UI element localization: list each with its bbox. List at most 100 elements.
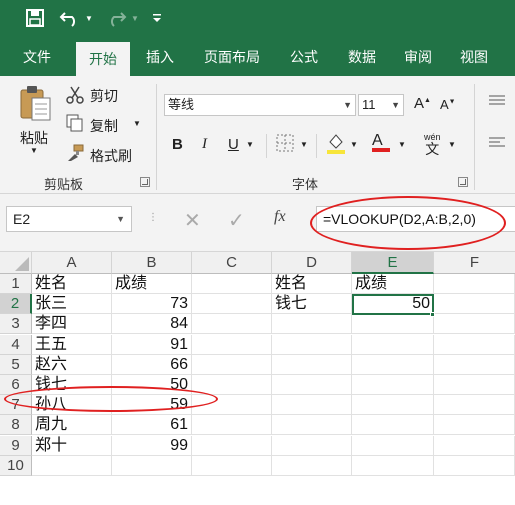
fill-color-dropdown-icon[interactable]: ▼ [350,140,358,149]
font-name-select[interactable]: 等线 ▼ [164,94,356,116]
redo-icon[interactable] [104,6,128,30]
cell-e5[interactable] [352,355,434,375]
bold-button[interactable]: B [172,136,183,153]
cell-b8[interactable]: 61 [112,415,192,435]
cell-e4[interactable] [352,335,434,355]
spreadsheet-grid[interactable]: A B C D E F 1 姓名 成绩 姓名 成绩 2 张三 73 钱七 50 3 李四 84 4 王五 91… [0,252,515,505]
save-icon[interactable] [24,6,46,30]
font-color-dropdown-icon[interactable]: ▼ [398,140,406,149]
column-header-c[interactable]: C [192,252,272,274]
cell-f6[interactable] [434,375,515,395]
cell-d9[interactable] [272,436,352,456]
cell-a5[interactable]: 赵六 [32,355,112,375]
column-header-a[interactable]: A [32,252,112,274]
column-header-d[interactable]: D [272,252,352,274]
cell-d8[interactable] [272,415,352,435]
tab-data[interactable]: 数据 [338,38,386,76]
row-header[interactable]: 2 [0,294,32,314]
fill-color-icon[interactable] [326,132,346,156]
copy-icon[interactable] [66,114,84,132]
cell-c5[interactable] [192,355,272,375]
row-header[interactable]: 5 [0,355,32,375]
phonetic-icon[interactable]: wén 文 [424,132,441,156]
cell-a4[interactable]: 王五 [32,335,112,355]
redo-dropdown-icon[interactable]: ▼ [130,6,140,30]
shrink-font-icon[interactable]: A▼ [440,97,456,112]
align-top-icon[interactable] [488,94,506,108]
cell-c9[interactable] [192,436,272,456]
tab-review[interactable]: 审阅 [394,38,442,76]
fill-handle[interactable] [430,312,435,317]
cell-f8[interactable] [434,415,515,435]
cell-b2[interactable]: 73 [112,294,192,314]
paste-dropdown-icon[interactable]: ▼ [30,146,38,155]
cell-d6[interactable] [272,375,352,395]
cancel-icon[interactable]: ✕ [184,208,201,233]
cut-button[interactable]: 剪切 [90,86,118,106]
tab-page-layout[interactable]: 页面布局 [196,38,268,76]
cell-f1[interactable] [434,274,515,294]
cell-c4[interactable] [192,335,272,355]
paste-button[interactable]: 粘贴 [20,128,48,148]
cell-b1[interactable]: 成绩 [112,274,192,294]
tab-file[interactable]: 文件 [10,38,64,76]
border-dropdown-icon[interactable]: ▼ [300,140,308,149]
cell-a8[interactable]: 周九 [32,415,112,435]
cell-c10[interactable] [192,456,272,476]
cell-b9[interactable]: 99 [112,436,192,456]
cell-c1[interactable] [192,274,272,294]
cell-b10[interactable] [112,456,192,476]
scissors-icon[interactable] [66,86,84,104]
font-size-select[interactable]: 11 ▼ [358,94,404,116]
cell-e8[interactable] [352,415,434,435]
row-header[interactable]: 9 [0,436,32,456]
format-painter-icon[interactable] [66,144,84,162]
select-all-corner[interactable] [0,252,32,274]
tab-view[interactable]: 视图 [450,38,498,76]
cell-d3[interactable] [272,314,352,334]
insert-function-button[interactable]: fx [274,208,286,226]
enter-icon[interactable]: ✓ [228,208,245,233]
cell-f2[interactable] [434,294,515,314]
cell-f5[interactable] [434,355,515,375]
border-icon[interactable] [276,134,294,152]
row-header[interactable]: 8 [0,415,32,435]
cell-f7[interactable] [434,395,515,415]
row-header[interactable]: 1 [0,274,32,294]
cell-c8[interactable] [192,415,272,435]
font-color-button[interactable]: A [372,132,390,152]
paste-icon[interactable] [18,84,58,124]
cell-e10[interactable] [352,456,434,476]
italic-button[interactable]: I [202,136,207,153]
customize-icon[interactable] [150,6,164,30]
cell-f9[interactable] [434,436,515,456]
undo-icon[interactable] [58,6,82,30]
name-box[interactable]: E2 ▼ [6,206,132,232]
cell-e1[interactable]: 成绩 [352,274,434,294]
cell-a2[interactable]: 张三 [32,294,112,314]
cell-c3[interactable] [192,314,272,334]
cell-e3[interactable] [352,314,434,334]
cell-d10[interactable] [272,456,352,476]
cell-b3[interactable]: 84 [112,314,192,334]
cell-e9[interactable] [352,436,434,456]
grip-icon[interactable]: ⋮ [148,212,158,223]
cell-e7[interactable] [352,395,434,415]
align-left-icon[interactable] [488,136,506,150]
undo-dropdown-icon[interactable]: ▼ [84,6,94,30]
cell-a3[interactable]: 李四 [32,314,112,334]
cell-f4[interactable] [434,335,515,355]
clipboard-launcher-icon[interactable] [140,177,150,187]
tab-home[interactable]: 开始 [76,42,130,76]
underline-dropdown-icon[interactable]: ▼ [246,140,254,149]
row-header[interactable]: 10 [0,456,32,476]
cell-b4[interactable]: 91 [112,335,192,355]
cell-d4[interactable] [272,335,352,355]
cell-a10[interactable] [32,456,112,476]
phonetic-dropdown-icon[interactable]: ▼ [448,140,456,149]
cell-a9[interactable]: 郑十 [32,436,112,456]
cell-d7[interactable] [272,395,352,415]
cell-d5[interactable] [272,355,352,375]
cell-c2[interactable] [192,294,272,314]
format-painter-button[interactable]: 格式刷 [90,146,132,166]
